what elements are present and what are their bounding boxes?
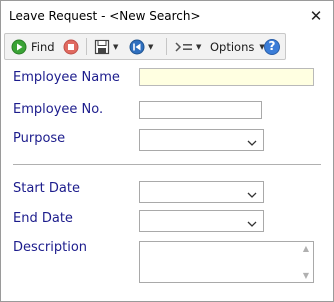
close-button[interactable]: ✕ bbox=[303, 3, 329, 29]
navigate-button[interactable]: ▼ bbox=[129, 37, 153, 56]
stop-icon bbox=[63, 39, 79, 55]
navigate-dropdown-caret[interactable]: ▼ bbox=[148, 43, 153, 51]
scroll-down-icon[interactable]: ▼ bbox=[303, 271, 309, 280]
end-date-picker[interactable] bbox=[139, 210, 264, 232]
purpose-label: Purpose bbox=[13, 131, 66, 146]
help-glyph: ? bbox=[268, 39, 276, 53]
indent-list-button[interactable]: ▼ bbox=[175, 37, 201, 56]
description-textarea[interactable]: ▲ ▼ bbox=[139, 241, 314, 283]
help-button[interactable]: ? bbox=[264, 37, 280, 56]
employee-name-input[interactable] bbox=[139, 68, 314, 86]
description-label: Description bbox=[13, 240, 88, 255]
title-bar: Leave Request - <New Search> ✕ bbox=[1, 1, 333, 31]
start-date-label: Start Date bbox=[13, 181, 80, 196]
scroll-up-icon[interactable]: ▲ bbox=[303, 244, 309, 253]
indent-list-icon bbox=[175, 39, 193, 55]
save-dropdown-caret[interactable]: ▼ bbox=[113, 43, 118, 51]
toolbar: Find ▼ ▼ ▼ Options ▼ ? bbox=[4, 33, 286, 60]
find-icon bbox=[11, 39, 27, 55]
employee-no-label: Employee No. bbox=[13, 102, 104, 117]
toolbar-separator bbox=[86, 38, 87, 55]
options-menu[interactable]: Options ▼ bbox=[210, 37, 265, 56]
save-button[interactable]: ▼ bbox=[94, 37, 118, 56]
chevron-down-icon bbox=[247, 134, 257, 153]
start-date-picker[interactable] bbox=[139, 181, 264, 203]
toolbar-separator bbox=[166, 38, 167, 55]
window-title: Leave Request - <New Search> bbox=[9, 9, 201, 23]
chevron-down-icon bbox=[247, 215, 257, 234]
find-button[interactable]: Find bbox=[11, 37, 55, 56]
stop-button[interactable] bbox=[63, 37, 79, 56]
options-label: Options bbox=[210, 39, 255, 54]
employee-name-label: Employee Name bbox=[13, 70, 120, 85]
section-divider bbox=[13, 164, 321, 165]
save-icon bbox=[94, 39, 110, 55]
indent-list-dropdown-caret[interactable]: ▼ bbox=[196, 43, 201, 51]
purpose-select[interactable] bbox=[139, 129, 264, 151]
find-label: Find bbox=[31, 39, 55, 54]
employee-no-input[interactable] bbox=[139, 101, 262, 119]
chevron-down-icon bbox=[247, 186, 257, 205]
leave-request-window: Leave Request - <New Search> ✕ Find ▼ ▼ … bbox=[0, 0, 334, 302]
end-date-label: End Date bbox=[13, 211, 73, 226]
navigate-icon bbox=[129, 39, 145, 55]
